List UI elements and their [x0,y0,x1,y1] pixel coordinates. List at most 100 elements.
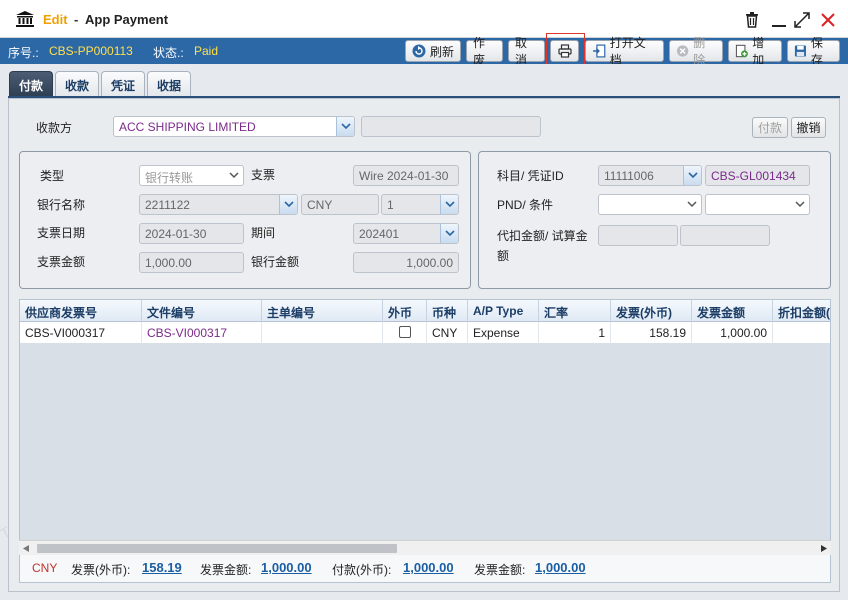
chevron-down-icon [445,230,455,237]
invoice-amount-cell: 1,000.00 [692,322,773,344]
add-button[interactable]: 增加 [728,36,782,67]
grid-header: 供应商发票号 文件编号 主单编号 外币 币种 A/P Type 汇率 发票(外币… [20,300,830,322]
title-separator: - [74,12,79,27]
column-header[interactable]: 汇率 [539,300,611,322]
column-header[interactable]: 币种 [427,300,468,322]
tab-voucher[interactable]: 凭证 [101,71,145,98]
bank-name-select[interactable]: 2211122 [139,194,298,215]
period-dropdown-toggle[interactable] [440,224,458,243]
column-header[interactable]: 发票(外币) [611,300,692,322]
pnd-select[interactable] [598,194,702,215]
voucher-id-field[interactable]: CBS-GL001434 [705,165,810,186]
footer-paid-fc-label: 付款(外币): [332,563,392,577]
delete-button[interactable]: 删除 [669,36,723,67]
footer-invoice-amount-value[interactable]: 1,000.00 [261,560,312,575]
payee-value: ACC SHIPPING LIMITED [119,120,256,134]
revoke-button[interactable]: 撤销 [791,117,826,138]
refresh-icon [412,44,426,58]
save-icon [794,45,806,57]
open-document-button[interactable]: 打开文档 [585,36,664,67]
pay-button[interactable]: 付款 [752,117,788,138]
bank-icon [16,11,34,27]
add-document-icon [735,44,748,58]
period-label: 期间 [251,226,276,240]
horizontal-scrollbar[interactable] [19,540,831,555]
bank-name-value: 2211122 [145,198,190,212]
trash-icon[interactable] [743,11,761,29]
window-title: App Payment [85,12,169,27]
column-header[interactable]: 主单编号 [262,300,383,322]
foreign-currency-cell [383,322,427,344]
tab-receipt[interactable]: 收款 [55,71,99,98]
account-dropdown-toggle[interactable] [683,166,701,185]
withhold-field[interactable] [598,225,678,246]
type-select[interactable]: 银行转账 [139,165,244,186]
master-no-cell [262,322,383,344]
refresh-label: 刷新 [430,44,455,59]
scroll-left-icon[interactable] [23,545,29,552]
totals-footer: CNY 发票(外币): 158.19 发票金额: 1,000.00 付款(外币)… [19,555,831,583]
bank-dropdown-toggle[interactable] [279,195,297,214]
currency-cell: CNY [427,322,468,344]
refresh-button[interactable]: 刷新 [405,40,461,62]
cheque-date-label: 支票日期 [37,226,86,240]
cheque-amount-field[interactable]: 1,000.00 [139,252,244,273]
column-header[interactable]: 折扣金额( [773,300,830,322]
maximize-icon[interactable] [793,11,811,29]
payee-dropdown-toggle[interactable] [336,117,354,136]
footer-invoice-fc-label: 发票(外币): [71,563,131,577]
minimize-icon[interactable] [770,11,788,29]
rate-select[interactable]: 1 [381,194,459,215]
footer-invoice-amount-label: 发票金额: [200,563,252,577]
payee-select[interactable]: ACC SHIPPING LIMITED [113,116,355,137]
column-header[interactable]: A/P Type [468,300,539,322]
foreign-currency-checkbox[interactable] [399,326,411,338]
period-select[interactable]: 202401 [353,223,459,244]
ap-type-cell: Expense [468,322,539,344]
tab-payment[interactable]: 付款 [9,71,53,98]
scrollbar-thumb[interactable] [37,544,397,553]
void-label: 作废 [473,36,486,67]
account-select[interactable]: 11111006 [598,165,702,186]
account-value: 11111006 [604,169,654,183]
footer-invoice-amount-value-2[interactable]: 1,000.00 [535,560,586,575]
cheque-field[interactable]: Wire 2024-01-30 [353,165,459,186]
column-header[interactable]: 文件编号 [142,300,262,322]
column-header[interactable]: 发票金额 [692,300,773,322]
chevron-down-icon [445,201,455,208]
trial-amount-field[interactable] [680,225,770,246]
close-icon[interactable] [819,11,837,29]
condition-select[interactable] [705,194,810,215]
bank-name-label: 银行名称 [37,198,86,212]
chevron-down-icon [284,201,294,208]
cancel-label: 取消 [515,36,528,67]
payee-label: 收款方 [36,121,73,135]
document-no-cell[interactable]: CBS-VI000317 [142,322,262,344]
rate-value: 1 [387,198,394,212]
pnd-label: PND/ 条件 [497,198,554,212]
save-button[interactable]: 保存 [787,36,840,67]
open-document-label: 打开文档 [609,36,646,67]
payee-extra-field[interactable] [361,116,541,137]
mode-label: Edit [43,12,68,27]
withhold-label: 代扣金额/ 试算金额 [497,229,588,263]
table-row[interactable]: CBS-VI000317 CBS-VI000317 CNY Expense 1 … [20,322,830,344]
rate-dropdown-toggle[interactable] [440,195,458,214]
currency-field[interactable]: CNY [301,194,379,215]
cancel-button[interactable]: 取消 [508,36,545,67]
serial-value: CBS-PP000113 [49,44,133,58]
scroll-right-icon[interactable] [821,545,827,552]
footer-paid-fc-value[interactable]: 1,000.00 [403,560,454,575]
status-value: Paid [194,44,219,58]
type-label: 类型 [40,169,65,183]
void-button[interactable]: 作废 [466,36,503,67]
footer-invoice-fc-value[interactable]: 158.19 [142,560,182,575]
column-header[interactable]: 外币 [383,300,427,322]
column-header[interactable]: 供应商发票号 [20,300,142,322]
tab-receipt-slip[interactable]: 收据 [147,71,191,98]
delete-icon [676,45,689,57]
supplier-invoice-cell: CBS-VI000317 [20,322,142,344]
cheque-date-field[interactable]: 2024-01-30 [139,223,244,244]
bank-amount-field[interactable]: 1,000.00 [353,252,459,273]
period-value: 202401 [359,227,400,241]
